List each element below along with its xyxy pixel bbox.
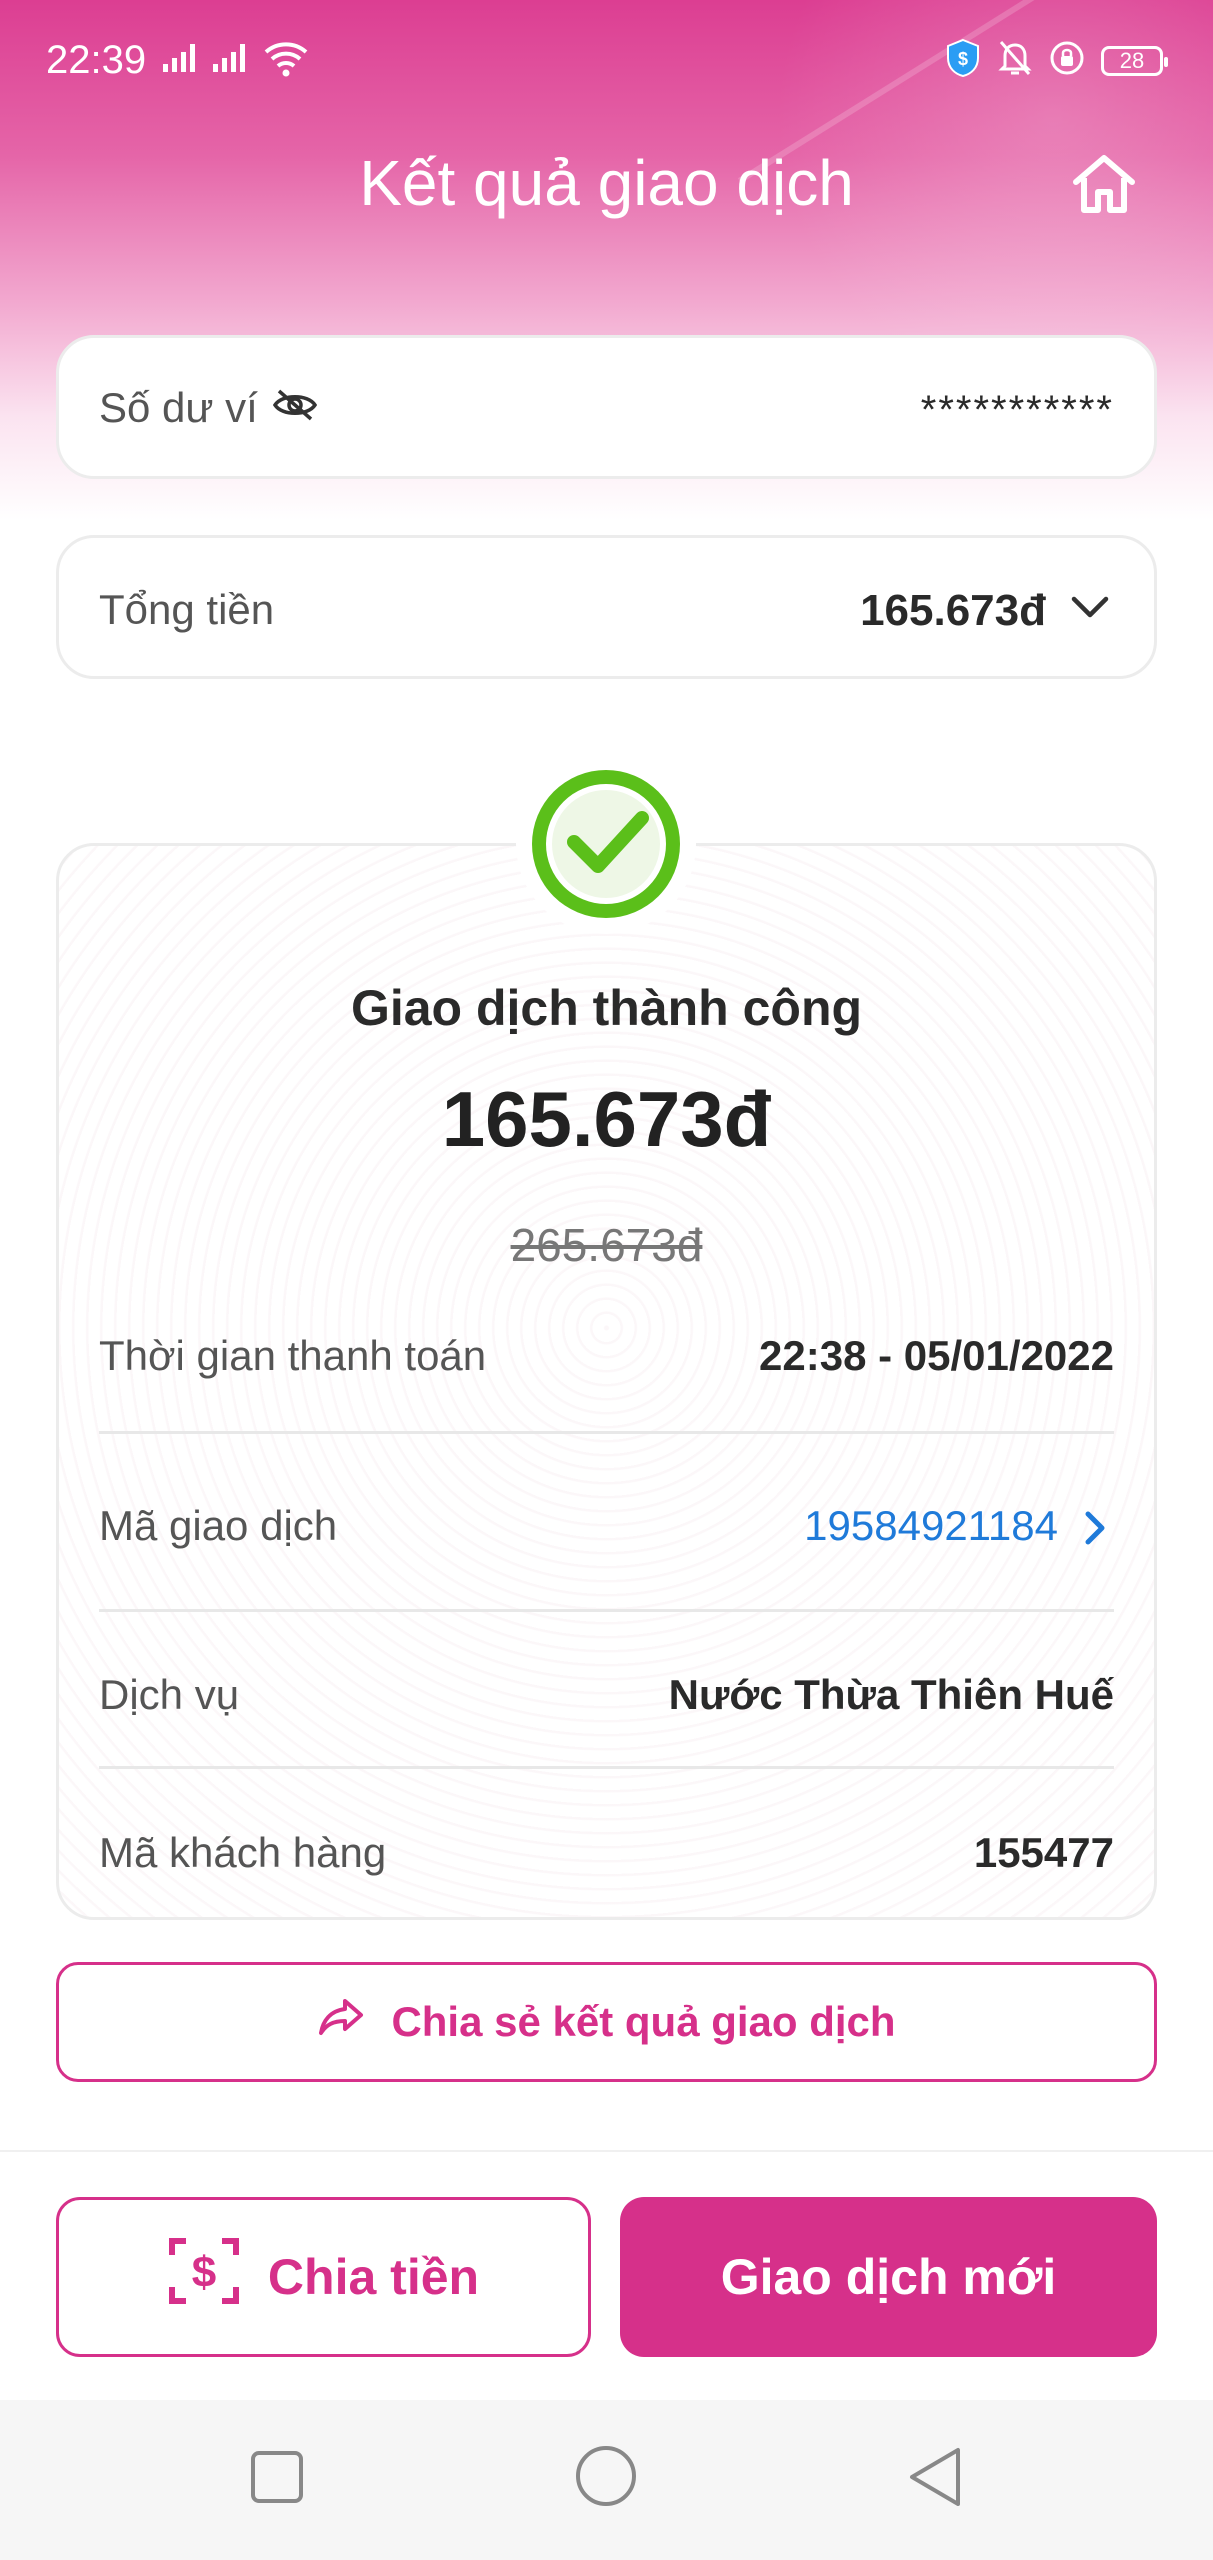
divider [99,1609,1114,1612]
result-title: Giao dịch thành công [350,980,863,1036]
square-icon [251,2451,303,2503]
detail-row-payment-time: Thời gian thanh toán 22:38 - 05/01/2022 [99,1332,1114,1392]
home-icon [1073,155,1135,213]
divider [99,1431,1114,1434]
chevron-right-icon[interactable] [1080,1508,1110,1553]
check-circle-icon [532,770,680,918]
home-button[interactable] [1068,150,1140,218]
transaction-id-link[interactable]: 19584921184 [804,1502,1058,1550]
balance-label: Số dư ví [99,384,258,431]
split-money-label: Chia tiền [267,2249,480,2305]
battery-icon: 28 [1101,45,1168,76]
back-button[interactable] [906,2446,964,2513]
status-time: 22:39 [46,38,147,82]
page-title: Kết quả giao dịch [359,147,854,219]
signal-icon [213,42,245,72]
status-bar: 22:39 $ 28 [0,0,1213,120]
shield-icon: $ [945,38,981,83]
svg-text:$: $ [192,2248,216,2297]
detail-label: Mã giao dịch [99,1502,338,1549]
original-amount: 265.673đ [510,1219,703,1271]
eye-off-icon[interactable] [272,384,318,432]
chevron-down-icon[interactable] [1070,592,1110,627]
detail-label: Dịch vụ [99,1671,240,1718]
recent-apps-button[interactable] [250,2450,304,2509]
triangle-back-icon [910,2448,960,2506]
share-label: Chia sẻ kết quả giao dịch [391,1998,896,2045]
detail-row-customer-id: Mã khách hàng 155477 [99,1829,1114,1889]
lock-rotation-icon [1049,40,1085,81]
detail-label: Thời gian thanh toán [99,1332,487,1379]
result-amount: 165.673đ [441,1075,772,1163]
success-badge [516,754,696,934]
total-label: Tổng tiền [99,586,275,633]
bottom-divider [0,2150,1213,2152]
home-nav-button[interactable] [574,2444,638,2513]
balance-value: *********** [920,388,1114,432]
transaction-result-card: Giao dịch thành công 165.673đ 265.673đ T… [56,843,1157,1920]
detail-row-service: Dịch vụ Nước Thừa Thiên Huế [99,1671,1114,1731]
detail-row-transaction-id[interactable]: Mã giao dịch 19584921184 [99,1502,1114,1562]
new-transaction-button[interactable]: Giao dịch mới [620,2197,1157,2357]
circle-icon [576,2446,636,2506]
battery-level: 28 [1119,47,1145,73]
wifi-icon [262,38,310,83]
svg-text:$: $ [958,49,968,69]
detail-label: Mã khách hàng [99,1829,387,1876]
split-money-button[interactable]: $ Chia tiền [56,2197,591,2357]
divider [99,1766,1114,1769]
wallet-balance-card: Số dư ví *********** [56,335,1157,479]
total-value: 165.673đ [860,586,1046,635]
share-result-button[interactable]: Chia sẻ kết quả giao dịch [56,1962,1157,2082]
bell-off-icon [997,38,1033,83]
new-transaction-label: Giao dịch mới [720,2249,1057,2305]
system-nav-bar [0,2400,1213,2560]
detail-value: 22:38 - 05/01/2022 [759,1332,1114,1379]
status-icons: $ 28 [945,38,1168,83]
total-amount-card[interactable]: Tổng tiền 165.673đ [56,535,1157,679]
signal-icon [163,42,195,72]
detail-value: 155477 [973,1829,1114,1876]
share-icon [317,1997,365,2047]
split-money-icon: $ [168,2235,240,2319]
signal-group [163,42,245,72]
detail-value: Nước Thừa Thiên Huế [668,1671,1114,1718]
